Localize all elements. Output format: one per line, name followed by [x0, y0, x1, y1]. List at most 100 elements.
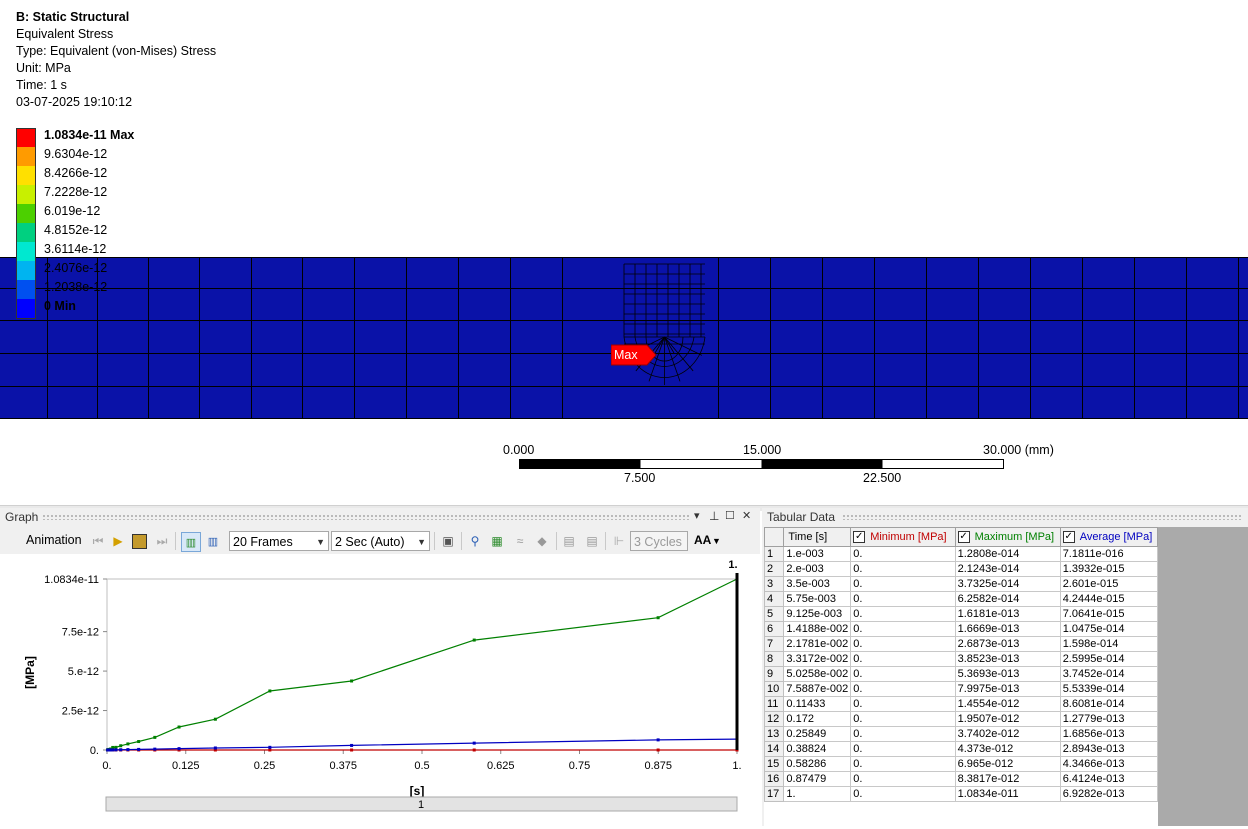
table-row[interactable]: 14 0.38824 0. 4.373e-012 2.8943e-013	[764, 741, 1158, 757]
table-cell[interactable]: 0.	[850, 621, 956, 637]
table-cell[interactable]: 0.25849	[783, 726, 852, 742]
graphics-viewport[interactable]: B: Static Structural Equivalent Stress T…	[0, 0, 1248, 505]
table-cell[interactable]: 7.9975e-013	[954, 681, 1061, 697]
table-cell[interactable]: 0.	[850, 636, 956, 652]
stop-icon[interactable]	[130, 532, 148, 550]
aa-label[interactable]: AA	[694, 533, 711, 547]
table-cell[interactable]: 1.6181e-013	[954, 606, 1061, 622]
column-header[interactable]: Time [s]	[783, 527, 852, 547]
table-cell[interactable]: 2.601e-015	[1059, 576, 1158, 592]
table-row[interactable]: 10 7.5887e-002 0. 7.9975e-013 5.5339e-014	[764, 681, 1158, 697]
curve-icon[interactable]: ≈	[511, 532, 529, 550]
table-cell[interactable]: 5.75e-003	[783, 591, 852, 607]
row-index[interactable]: 17	[764, 786, 785, 802]
duration-select[interactable]: 2 Sec (Auto) ▼	[331, 531, 430, 551]
table-cell[interactable]: 0.	[850, 666, 956, 682]
graph-plot-area[interactable]: 0. 2.5e-12 5.e-12 7.5e-12 1.0834e-11 0. 0.125 0…	[0, 554, 760, 826]
result-sets-icon[interactable]: ▥	[204, 532, 222, 550]
table-cell[interactable]: 0.	[850, 651, 956, 667]
table-row[interactable]: 5 9.125e-003 0. 1.6181e-013 7.0641e-015	[764, 606, 1158, 622]
table-cell[interactable]: 3.5e-003	[783, 576, 852, 592]
table-cell[interactable]: 0.	[850, 726, 956, 742]
table-cell[interactable]: 1.6856e-013	[1059, 726, 1158, 742]
table-cell[interactable]: 2.6873e-013	[954, 636, 1061, 652]
table-row[interactable]: 3 3.5e-003 0. 3.7325e-014 2.601e-015	[764, 576, 1158, 592]
table-cell[interactable]: 3.7325e-014	[954, 576, 1061, 592]
table-cell[interactable]: 0.	[850, 711, 956, 727]
table-row[interactable]: 16 0.87479 0. 8.3817e-012 6.4124e-013	[764, 771, 1158, 787]
column-header[interactable]: ✓ Minimum [MPa]	[850, 527, 956, 547]
distributed-frames-icon[interactable]: ▥	[181, 532, 201, 552]
row-index[interactable]: 7	[764, 636, 785, 652]
table-cell[interactable]: 0.	[850, 741, 956, 757]
table-cell[interactable]: 2.e-003	[783, 561, 852, 577]
table-cell[interactable]: 0.	[850, 576, 956, 592]
table-cell[interactable]: 7.5887e-002	[783, 681, 852, 697]
row-index[interactable]: 12	[764, 711, 785, 727]
table-cell[interactable]: 1.9507e-012	[954, 711, 1061, 727]
table-cell[interactable]: 4.373e-012	[954, 741, 1061, 757]
stress-vs-time-chart[interactable]: 0. 2.5e-12 5.e-12 7.5e-12 1.0834e-11 0. 0.125 0…	[0, 554, 760, 826]
probe-icon[interactable]: ◆	[533, 532, 551, 550]
table-row[interactable]: 11 0.11433 0. 1.4554e-012 8.6081e-014	[764, 696, 1158, 712]
play-icon[interactable]: ▶	[109, 532, 127, 550]
frames-select[interactable]: 20 Frames ▼	[229, 531, 329, 551]
table-cell[interactable]: 1.0834e-011	[954, 786, 1061, 802]
table-cell[interactable]: 0.	[850, 546, 956, 562]
table-cell[interactable]: 6.2582e-014	[954, 591, 1061, 607]
row-index[interactable]: 4	[764, 591, 785, 607]
row-index[interactable]: 1	[764, 546, 785, 562]
table-icon[interactable]: ▤	[560, 532, 578, 550]
table-cell[interactable]: 3.8523e-013	[954, 651, 1061, 667]
table-cell[interactable]: 3.3172e-002	[783, 651, 852, 667]
table-cell[interactable]: 0.87479	[783, 771, 852, 787]
column-header[interactable]	[764, 527, 785, 547]
table-row[interactable]: 8 3.3172e-002 0. 3.8523e-013 2.5995e-014	[764, 651, 1158, 667]
table-row[interactable]: 9 5.0258e-002 0. 5.3693e-013 3.7452e-014	[764, 666, 1158, 682]
table-cell[interactable]: 3.7452e-014	[1059, 666, 1158, 682]
table-row[interactable]: 1 1.e-003 0. 1.2808e-014 7.1811e-016	[764, 546, 1158, 562]
column-checkbox[interactable]: ✓	[1062, 531, 1075, 544]
row-index[interactable]: 11	[764, 696, 785, 712]
table-cell[interactable]: 0.	[850, 606, 956, 622]
aa-dropdown-icon[interactable]: ▼	[712, 536, 721, 546]
row-index[interactable]: 14	[764, 741, 785, 757]
table-row[interactable]: 6 1.4188e-002 0. 1.6669e-013 1.0475e-014	[764, 621, 1158, 637]
table-cell[interactable]: 4.2444e-015	[1059, 591, 1158, 607]
table-cell[interactable]: 0.172	[783, 711, 852, 727]
row-index[interactable]: 16	[764, 771, 785, 787]
close-icon[interactable]: ✕	[742, 509, 751, 522]
cycles-icon[interactable]: ⊩	[610, 532, 628, 550]
table-cell[interactable]: 2.8943e-013	[1059, 741, 1158, 757]
table-cell[interactable]: 0.	[850, 756, 956, 772]
zoom-icon[interactable]: ⚲	[466, 532, 484, 550]
table-cell[interactable]: 0.	[850, 591, 956, 607]
table-row[interactable]: 17 1. 0. 1.0834e-011 6.9282e-013	[764, 786, 1158, 802]
column-checkbox[interactable]: ✓	[957, 531, 970, 544]
table-cell[interactable]: 5.3693e-013	[954, 666, 1061, 682]
row-index[interactable]: 9	[764, 666, 785, 682]
table-row[interactable]: 13 0.25849 0. 3.7402e-012 1.6856e-013	[764, 726, 1158, 742]
row-index[interactable]: 8	[764, 651, 785, 667]
table-cell[interactable]: 1.6669e-013	[954, 621, 1061, 637]
table-row[interactable]: 4 5.75e-003 0. 6.2582e-014 4.2444e-015	[764, 591, 1158, 607]
table-cell[interactable]: 5.5339e-014	[1059, 681, 1158, 697]
table-cell[interactable]: 7.0641e-015	[1059, 606, 1158, 622]
table-cell[interactable]: 0.	[850, 681, 956, 697]
table-cell[interactable]: 1.	[783, 786, 852, 802]
next-frame-icon[interactable]: ⏭	[153, 532, 171, 550]
grid-icon[interactable]: ▦	[488, 532, 506, 550]
pin-icon[interactable]: ⊥	[709, 509, 719, 523]
table-cell[interactable]: 0.	[850, 696, 956, 712]
export-video-icon[interactable]: ▣	[439, 532, 457, 550]
panel-dropdown-icon[interactable]: ▾	[694, 509, 700, 522]
column-header[interactable]: ✓ Maximum [MPa]	[954, 527, 1061, 547]
max-probe-tag[interactable]: Max	[611, 343, 659, 367]
table-cell[interactable]: 1.2808e-014	[954, 546, 1061, 562]
mesh-body[interactable]	[0, 257, 1248, 419]
table-row[interactable]: 15 0.58286 0. 6.965e-012 4.3466e-013	[764, 756, 1158, 772]
table-cell[interactable]: 2.5995e-014	[1059, 651, 1158, 667]
table-row[interactable]: 7 2.1781e-002 0. 2.6873e-013 1.598e-014	[764, 636, 1158, 652]
column-header[interactable]: ✓ Average [MPa]	[1059, 527, 1158, 547]
row-index[interactable]: 5	[764, 606, 785, 622]
